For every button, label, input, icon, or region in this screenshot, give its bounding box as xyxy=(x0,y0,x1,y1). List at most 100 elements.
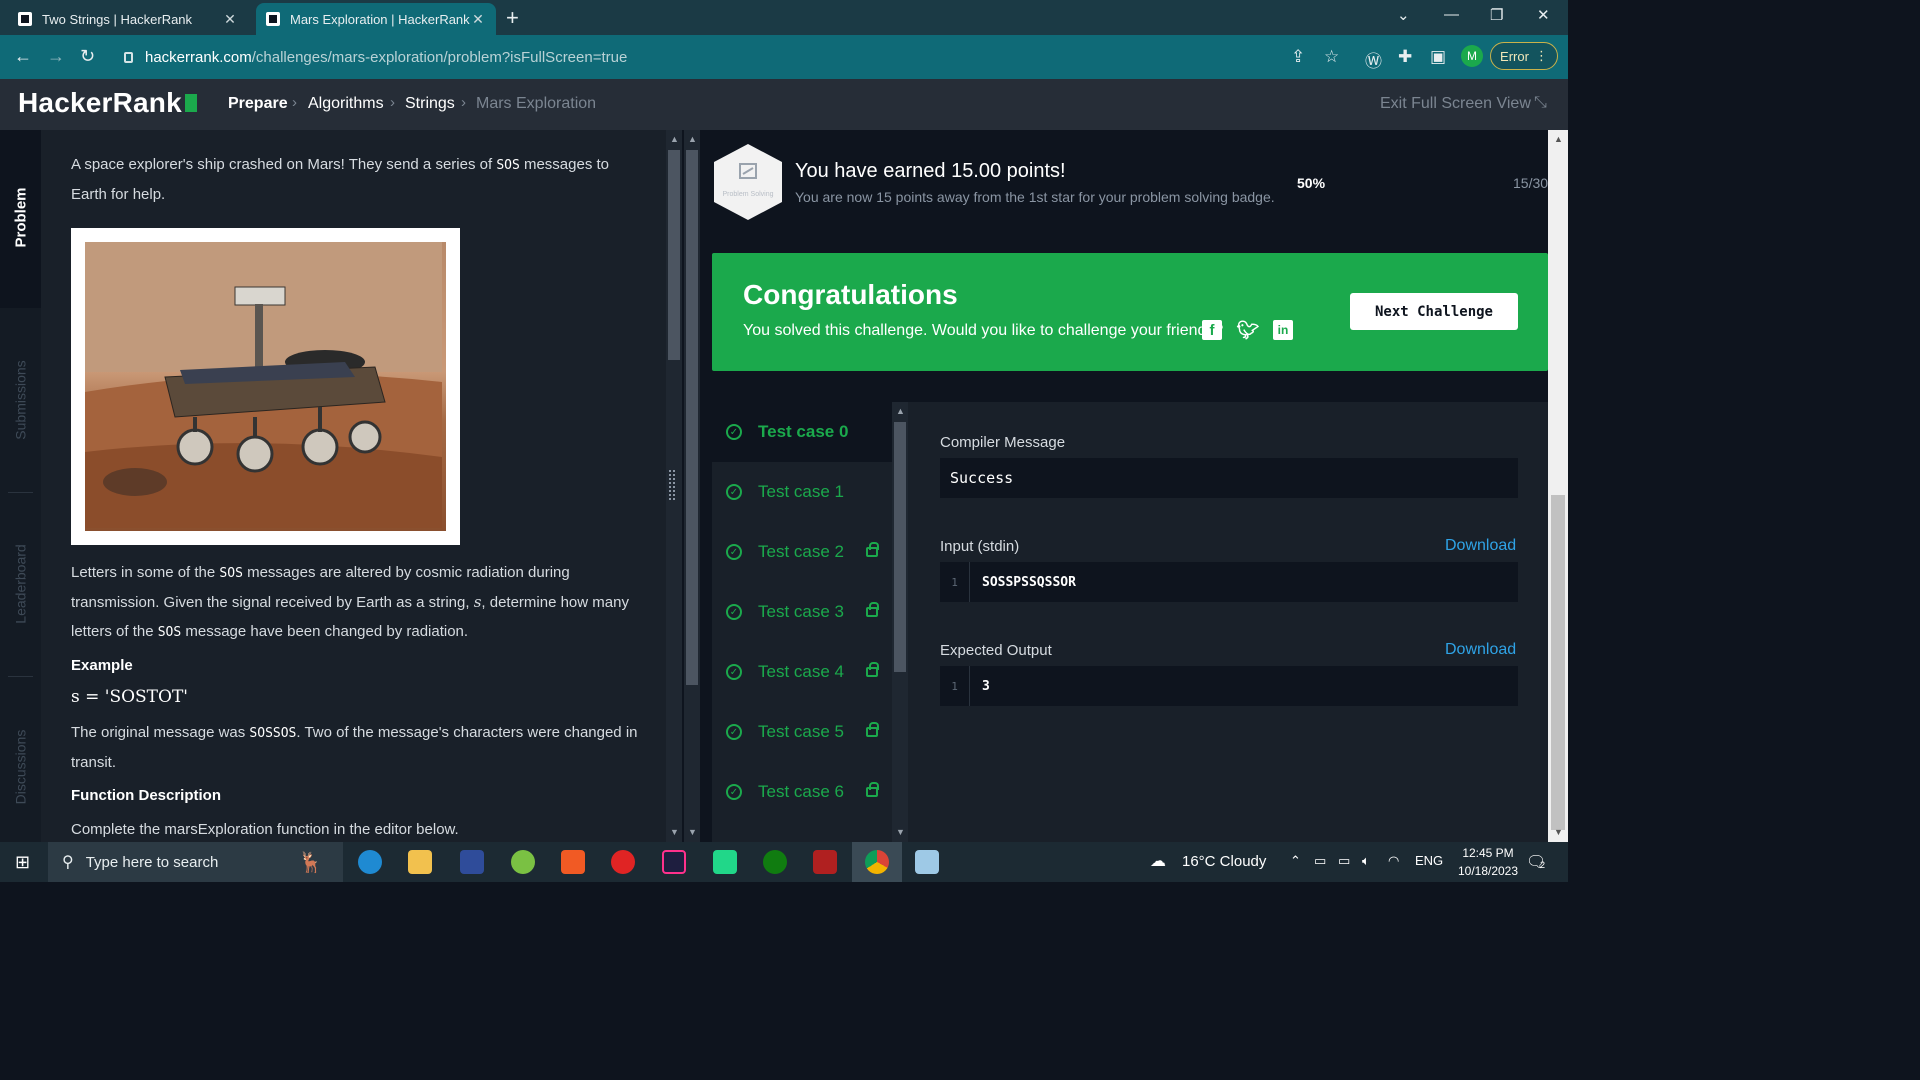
function-description-heading: Function Description xyxy=(71,787,221,804)
scroll-up-arrow-icon[interactable]: ▲ xyxy=(688,134,697,144)
extensions-puzzle-icon[interactable]: ✚ xyxy=(1398,47,1412,67)
download-output-link[interactable]: Download xyxy=(1445,641,1516,659)
system-clock[interactable]: 12:45 PM 10/18/2023 xyxy=(1443,844,1533,880)
page-scrollbar-thumb[interactable] xyxy=(1551,495,1565,830)
extension-w-icon[interactable]: Ⓦ xyxy=(1365,47,1382,72)
tab-leaderboard[interactable]: Leaderboard xyxy=(0,493,41,675)
display-icon[interactable]: ▭ xyxy=(1314,853,1326,869)
clock-time: 12:45 PM xyxy=(1462,846,1514,860)
intellij-icon[interactable] xyxy=(662,850,686,874)
congratulations-banner: Congratulations You solved this challeng… xyxy=(712,253,1548,371)
restore-window-icon[interactable]: ❐ xyxy=(1490,6,1503,24)
address-bar[interactable]: hackerrank.com/challenges/mars-explorati… xyxy=(110,41,1350,73)
editor-scrollbar-thumb[interactable] xyxy=(686,150,698,685)
scroll-up-arrow-icon[interactable]: ▲ xyxy=(1554,134,1563,144)
compiler-message-value: Success xyxy=(940,458,1518,498)
scroll-down-arrow-icon[interactable]: ▼ xyxy=(896,827,905,837)
test-case-6[interactable]: ✓ Test case 6 xyxy=(712,762,892,822)
wifi-icon[interactable]: ◠ xyxy=(1388,853,1399,869)
new-tab-button[interactable]: + xyxy=(506,5,519,31)
back-arrow-icon[interactable]: ← xyxy=(14,46,32,67)
scroll-down-arrow-icon[interactable]: ▼ xyxy=(670,827,679,837)
logo-text: HackerRank xyxy=(18,87,182,118)
chrome-icon[interactable] xyxy=(865,850,889,874)
collapse-icon[interactable]: ⤡ xyxy=(1534,94,1547,112)
error-label: Error xyxy=(1500,48,1529,64)
windows-start-icon[interactable]: ⊞ xyxy=(15,852,30,873)
bookmark-star-icon[interactable]: ☆ xyxy=(1324,47,1339,67)
brave-icon[interactable] xyxy=(561,850,585,874)
test-case-scrollbar[interactable]: ▲ ▼ xyxy=(892,402,908,842)
problem-description: Letters in some of the SOS messages are … xyxy=(71,564,629,640)
exit-fullscreen-link[interactable]: Exit Full Screen View xyxy=(1380,95,1531,113)
mars-rover-image xyxy=(71,228,460,545)
test-case-3[interactable]: ✓ Test case 3 xyxy=(712,582,892,642)
breadcrumb-strings[interactable]: Strings xyxy=(405,95,455,113)
language-indicator[interactable]: ENG xyxy=(1415,853,1443,868)
scroll-down-arrow-icon[interactable]: ▼ xyxy=(1554,827,1563,837)
scroll-up-arrow-icon[interactable]: ▲ xyxy=(896,406,905,416)
weather-text[interactable]: 16°C Cloudy xyxy=(1182,853,1266,870)
hackerrank-logo[interactable]: HackerRank xyxy=(18,87,197,119)
tab-discussions[interactable]: Discussions xyxy=(0,677,41,857)
weather-cloud-icon[interactable]: ☁ xyxy=(1150,851,1166,871)
input-label: Input (stdin) xyxy=(940,538,1020,555)
example-heading: Example xyxy=(71,657,133,674)
facebook-share-icon[interactable]: f xyxy=(1202,320,1222,340)
share-icon[interactable]: ⇪ xyxy=(1291,47,1305,67)
test-case-1[interactable]: ✓ Test case 1 xyxy=(712,462,892,522)
browser-tab-two-strings[interactable]: Two Strings | HackerRank ✕ xyxy=(8,3,248,35)
breadcrumb-algorithms[interactable]: Algorithms xyxy=(308,95,384,113)
test-case-5[interactable]: ✓ Test case 5 xyxy=(712,702,892,762)
tab-problem[interactable]: Problem xyxy=(0,130,41,305)
app-red-icon[interactable] xyxy=(611,850,635,874)
edge-icon[interactable] xyxy=(358,850,382,874)
close-tab-icon[interactable]: ✕ xyxy=(470,11,486,28)
download-input-link[interactable]: Download xyxy=(1445,537,1516,555)
next-challenge-button[interactable]: Next Challenge xyxy=(1350,293,1518,330)
test-case-0[interactable]: ✓ Test case 0 xyxy=(712,402,892,462)
earned-points-title: You have earned 15.00 points! xyxy=(795,160,1066,182)
test-case-scrollbar-thumb[interactable] xyxy=(894,422,906,672)
url-host: hackerrank.com xyxy=(145,48,252,66)
twitter-share-icon[interactable]: 🐦︎ xyxy=(1237,320,1260,340)
xbox-icon[interactable] xyxy=(763,850,787,874)
side-panel-icon[interactable]: ▣ xyxy=(1430,47,1446,67)
reload-icon[interactable]: ↻ xyxy=(80,46,95,67)
pycharm-icon[interactable] xyxy=(713,850,737,874)
line-number: 1 xyxy=(940,562,970,602)
function-description-text: Complete the marsExploration function in… xyxy=(71,821,459,838)
test-case-4[interactable]: ✓ Test case 4 xyxy=(712,642,892,702)
test-case-2[interactable]: ✓ Test case 2 xyxy=(712,522,892,582)
search-icon: ⚲ xyxy=(62,854,74,871)
scroll-up-arrow-icon[interactable]: ▲ xyxy=(670,134,679,144)
check-circle-icon: ✓ xyxy=(726,664,742,680)
visual-studio-icon[interactable] xyxy=(460,850,484,874)
file-explorer-icon[interactable] xyxy=(408,850,432,874)
split-drag-handle[interactable] xyxy=(669,470,675,500)
problem-scrollbar-thumb[interactable] xyxy=(668,150,680,360)
browser-tab-mars-exploration[interactable]: Mars Exploration | HackerRank ✕ xyxy=(256,3,496,35)
expected-output-label: Expected Output xyxy=(940,642,1052,659)
linkedin-share-icon[interactable]: in xyxy=(1273,320,1293,340)
minimize-window-icon[interactable]: — xyxy=(1444,6,1459,23)
error-button[interactable]: Error ⋮ xyxy=(1490,42,1558,70)
app-green-icon[interactable] xyxy=(511,850,535,874)
scroll-down-arrow-icon[interactable]: ▼ xyxy=(688,827,697,837)
taskbar-search-box[interactable]: ⚲ Type here to search 🦌 xyxy=(48,842,343,882)
battery-icon[interactable]: ▭ xyxy=(1338,853,1350,869)
page-scrollbar[interactable]: ▲ ▼ xyxy=(1548,130,1568,842)
close-window-icon[interactable]: ✕ xyxy=(1537,6,1550,24)
close-tab-icon[interactable]: ✕ xyxy=(222,11,238,28)
show-hidden-icons-chevron-icon[interactable]: ⌃ xyxy=(1290,853,1301,869)
app-dark-red-icon[interactable] xyxy=(813,850,837,874)
check-circle-icon: ✓ xyxy=(726,604,742,620)
tab-submissions[interactable]: Submissions xyxy=(0,308,41,492)
tab-search-chevron-icon[interactable]: ⌄ xyxy=(1397,6,1410,24)
profile-avatar[interactable]: M xyxy=(1461,45,1483,67)
volume-mute-icon[interactable]: 🔈︎ xyxy=(1362,853,1370,869)
forward-arrow-icon[interactable]: → xyxy=(47,46,65,67)
test-case-detail: Compiler Message Success Input (stdin) D… xyxy=(908,402,1548,842)
breadcrumb-prepare[interactable]: Prepare xyxy=(228,95,288,113)
notepad-icon[interactable] xyxy=(915,850,939,874)
